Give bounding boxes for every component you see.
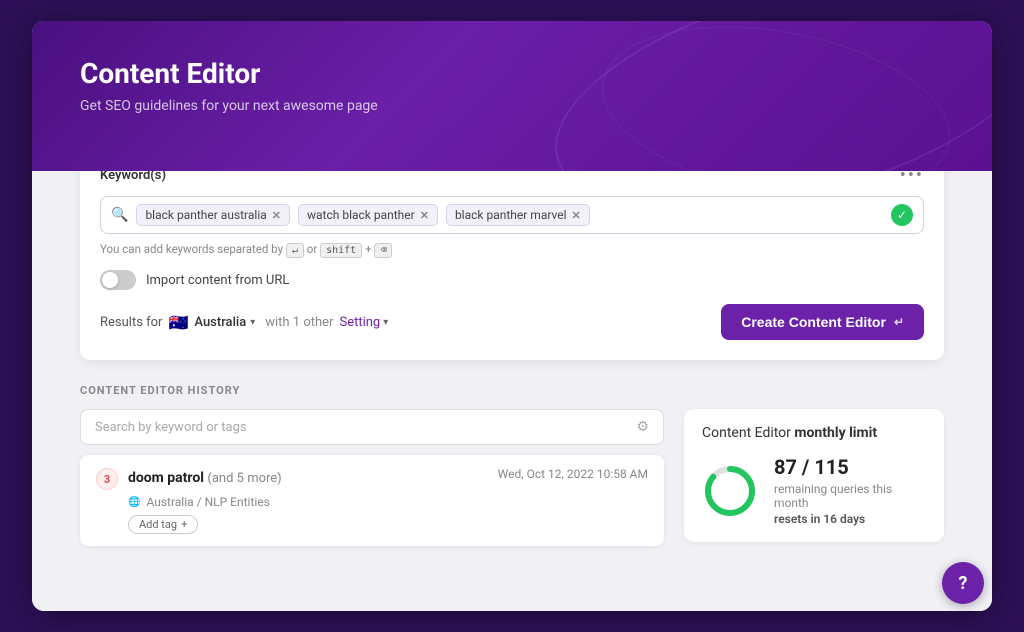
history-item-title: doom patrol (and 5 more) [128,470,282,486]
tag-text: watch black panther [307,208,415,222]
check-icon: ✓ [891,204,913,226]
backspace-key-hint: ⌫ [374,243,392,258]
tag-text: black panther marvel [455,208,567,222]
dots-menu-button[interactable]: ••• [900,171,924,186]
search-history-placeholder: Search by keyword or tags [95,420,247,435]
chevron-down-icon: ▾ [383,317,388,328]
limit-desc: remaining queries this month [774,482,926,510]
results-row: Results for 🇦🇺 Australia ▾ with 1 other … [100,304,924,340]
results-left: Results for 🇦🇺 Australia ▾ with 1 other … [100,313,388,332]
country-selector[interactable]: Australia ▾ [194,315,255,330]
history-item-meta: 🌐 Australia / NLP Entities [128,495,648,509]
tag-close-icon[interactable]: ✕ [420,209,429,222]
search-history-bar[interactable]: Search by keyword or tags ⚙ [80,409,664,445]
history-item-location: Australia / NLP Entities [146,495,269,509]
filter-icon[interactable]: ⚙ [636,419,649,435]
plus-icon: + [181,518,187,531]
history-content: Search by keyword or tags ⚙ 3 doom patro… [80,409,944,546]
limit-card: Content Editor monthly limit 87 / 115 [684,409,944,542]
australia-flag-icon: 🇦🇺 [168,313,188,332]
globe-icon: 🌐 [128,497,140,508]
donut-row: 87 / 115 remaining queries this month re… [702,455,926,526]
keywords-header: Keyword(s) ••• [100,171,924,186]
tag-text: black panther australia [145,208,266,222]
separator-text: with 1 other [265,315,333,330]
search-icon: 🔍 [111,207,128,223]
add-tag-button[interactable]: Add tag + [128,515,198,534]
history-item-header: 3 doom patrol (and 5 more) Wed, Oct 12, … [96,467,648,490]
badge-number: 3 [96,468,118,490]
help-button[interactable]: ? [942,562,984,604]
keywords-card: Keyword(s) ••• 🔍 black panther australia… [80,171,944,360]
toggle-knob [102,272,118,288]
page-title: Content Editor [80,57,944,90]
limit-reset: resets in 16 days [774,512,926,526]
page-subtitle: Get SEO guidelines for your next awesome… [80,98,944,114]
enter-key-hint: ↵ [286,243,304,258]
tag-watch-black-panther: watch black panther ✕ [298,204,438,226]
limit-numbers: 87 / 115 [774,455,926,479]
tag-close-icon[interactable]: ✕ [572,209,581,222]
keywords-search-bar[interactable]: 🔍 black panther australia ✕ watch black … [100,196,924,234]
results-for-text: Results for [100,315,162,330]
hint-text: You can add keywords separated by ↵ or s… [100,242,924,258]
tag-close-icon[interactable]: ✕ [272,209,281,222]
create-content-editor-button[interactable]: Create Content Editor ↵ [721,304,924,340]
page-header: Content Editor Get SEO guidelines for yo… [32,21,992,171]
main-content: Keyword(s) ••• 🔍 black panther australia… [32,171,992,611]
limit-info: 87 / 115 remaining queries this month re… [774,455,926,526]
toggle-label: Import content from URL [146,273,289,288]
enter-icon: ↵ [894,315,904,329]
setting-button[interactable]: Setting ▾ [339,315,388,330]
history-section: CONTENT EDITOR HISTORY Search by keyword… [80,384,944,546]
tag-black-panther-australia: black panther australia ✕ [136,204,290,226]
history-item-main: doom patrol (and 5 more) [128,467,488,486]
chevron-down-icon: ▾ [250,317,255,328]
tags-container: black panther australia ✕ watch black pa… [136,204,883,226]
history-item-date: Wed, Oct 12, 2022 10:58 AM [498,467,648,481]
import-url-toggle-row: Import content from URL [100,270,924,290]
shift-key-hint: shift [320,243,362,258]
history-title: CONTENT EDITOR HISTORY [80,384,944,397]
donut-chart [702,463,758,519]
history-left-panel: Search by keyword or tags ⚙ 3 doom patro… [80,409,664,546]
limit-card-container: Content Editor monthly limit 87 / 115 [684,409,944,546]
limit-title: Content Editor monthly limit [702,425,926,441]
keywords-label: Keyword(s) [100,171,166,183]
history-item: 3 doom patrol (and 5 more) Wed, Oct 12, … [80,455,664,546]
history-item-more: (and 5 more) [207,471,281,486]
import-url-toggle[interactable] [100,270,136,290]
tag-black-panther-marvel: black panther marvel ✕ [446,204,590,226]
